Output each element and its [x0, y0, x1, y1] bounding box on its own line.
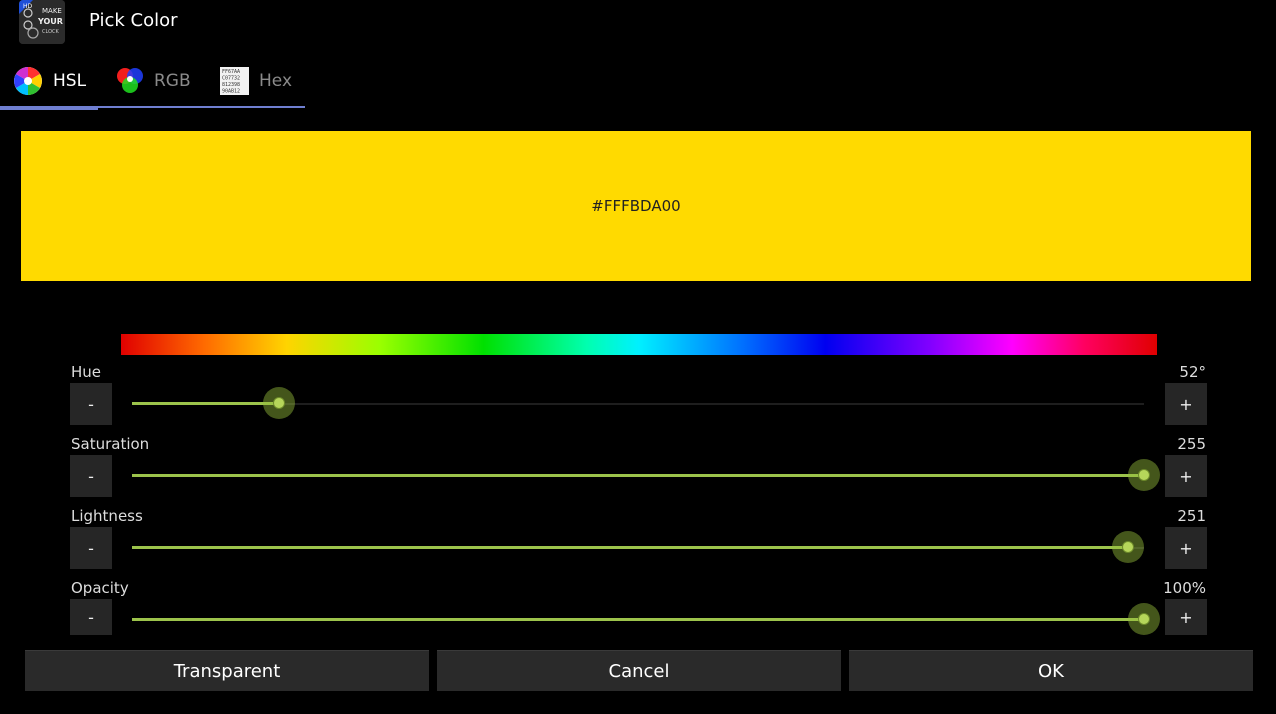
tab-hsl-label: HSL	[53, 71, 87, 91]
hue-slider-thumb[interactable]	[262, 387, 295, 419]
opacity-label: Opacity	[71, 579, 129, 597]
hex-code-icon: FF67AA C07732 812398 90AB12	[220, 67, 249, 95]
hex-icon-line-3: 812398	[222, 82, 240, 88]
hex-icon-line-1: FF67AA	[222, 69, 240, 75]
lightness-value: 251	[1177, 507, 1206, 525]
app-icon-text-3: CLOCK	[42, 29, 60, 35]
opacity-slider[interactable]	[132, 603, 1160, 635]
lightness-slider-fill	[132, 546, 1128, 549]
opacity-slider-thumb[interactable]	[1128, 603, 1160, 635]
hue-value: 52°	[1179, 363, 1206, 381]
opacity-decrease-button[interactable]: -	[70, 599, 112, 635]
cancel-button[interactable]: Cancel	[437, 650, 841, 691]
saturation-slider-fill	[132, 474, 1144, 477]
tab-bar: HSL RGB FF67AA C07732 812398 90AB12 Hex	[0, 60, 305, 110]
saturation-value: 255	[1177, 435, 1206, 453]
hue-slider[interactable]	[132, 387, 1144, 419]
lightness-decrease-button[interactable]: -	[70, 527, 112, 569]
preview-hex-label: #FFFBDA00	[591, 197, 681, 215]
active-tab-indicator	[0, 106, 98, 110]
saturation-decrease-button[interactable]: -	[70, 455, 112, 497]
lightness-slider-group: Lightness 251 - +	[70, 507, 1207, 579]
hue-slider-fill	[132, 402, 279, 405]
app-icon-text-1: MAKE	[42, 7, 62, 15]
dialog-title: Pick Color	[89, 10, 178, 31]
tab-rgb-label: RGB	[154, 71, 191, 91]
lightness-slider[interactable]	[132, 531, 1144, 563]
tab-hsl[interactable]: HSL	[13, 60, 86, 102]
opacity-slider-group: Opacity 100% - +	[70, 579, 1207, 651]
transparent-button[interactable]: Transparent	[25, 650, 429, 691]
hex-icon-line-4: 90AB12	[222, 89, 240, 95]
app-icon-badge: HD	[23, 3, 33, 10]
saturation-increase-button[interactable]: +	[1165, 455, 1207, 497]
app-icon-text-2: YOUR	[37, 17, 63, 26]
tab-rgb[interactable]: RGB	[116, 60, 191, 102]
saturation-slider-group: Saturation 255 - +	[70, 435, 1207, 507]
saturation-slider[interactable]	[132, 459, 1160, 491]
opacity-value: 100%	[1163, 579, 1206, 597]
opacity-slider-fill	[132, 618, 1144, 621]
lightness-slider-thumb[interactable]	[1111, 531, 1144, 563]
hue-slider-group: Hue 52° - +	[70, 363, 1207, 435]
hue-decrease-button[interactable]: -	[70, 383, 112, 425]
opacity-increase-button[interactable]: +	[1165, 599, 1207, 635]
hue-spectrum-bar	[121, 334, 1157, 355]
saturation-slider-thumb[interactable]	[1128, 459, 1160, 491]
tab-hex-label: Hex	[259, 71, 293, 91]
tab-hex[interactable]: FF67AA C07732 812398 90AB12 Hex	[220, 60, 292, 102]
hex-icon-line-2: C07732	[222, 76, 240, 82]
color-preview: #FFFBDA00	[21, 131, 1251, 281]
color-wheel-icon	[14, 67, 42, 95]
lightness-increase-button[interactable]: +	[1165, 527, 1207, 569]
app-icon: HD MAKE YOUR CLOCK	[19, 0, 65, 44]
lightness-label: Lightness	[71, 507, 143, 525]
saturation-label: Saturation	[71, 435, 150, 453]
hue-label: Hue	[71, 363, 102, 381]
ok-button[interactable]: OK	[849, 650, 1253, 691]
rgb-circles-icon	[117, 68, 143, 93]
hue-increase-button[interactable]: +	[1165, 383, 1207, 425]
